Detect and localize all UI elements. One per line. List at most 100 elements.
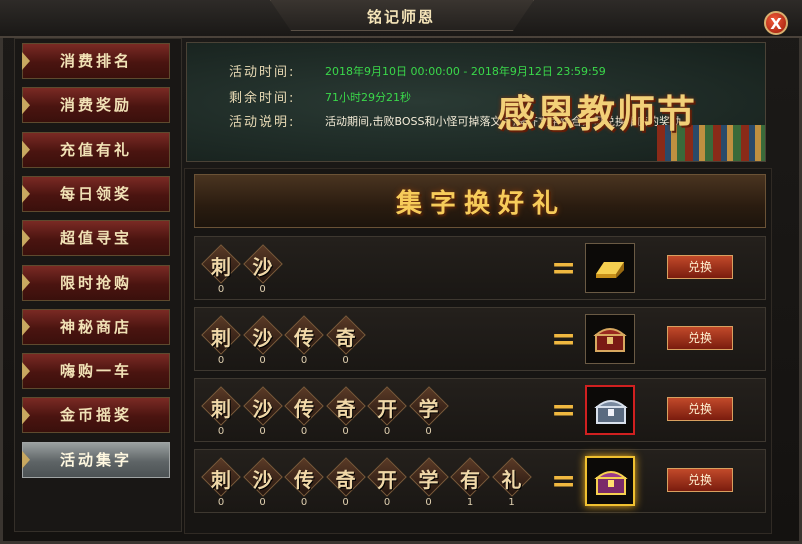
tab-notch-icon xyxy=(22,140,30,159)
tab-notch-icon xyxy=(22,317,30,336)
equals-icon: = xyxy=(551,322,577,357)
silver-chest-icon[interactable] xyxy=(585,385,635,435)
exchange-row: 刺 0 沙 0 = 兑换 xyxy=(194,236,766,300)
sidebar-item-8[interactable]: 金币摇奖 xyxy=(22,397,170,434)
tab-notch-icon xyxy=(22,96,30,115)
word-token: 学0 xyxy=(408,386,449,437)
word-char: 开 xyxy=(377,397,397,421)
sidebar-item-4[interactable]: 超值寻宝 xyxy=(22,220,170,257)
gold-bar-icon[interactable] xyxy=(585,243,635,293)
word-char: 奇 xyxy=(335,468,356,492)
word-char: 沙 xyxy=(252,397,273,421)
word-token: 刺0 xyxy=(201,315,241,366)
sidebar-item-label: 每日领奖 xyxy=(59,184,132,203)
close-icon[interactable]: X xyxy=(764,11,788,35)
word-token: 奇0 xyxy=(325,457,366,508)
word-count: 0 xyxy=(300,355,308,366)
equals-icon: = xyxy=(551,251,577,286)
sidebar-item-label: 活动集字 xyxy=(59,450,132,469)
sidebar-item-3[interactable]: 每日领奖 xyxy=(22,175,170,212)
word-count: 0 xyxy=(300,426,308,437)
remaining-time-value: 71小时29分21秒 xyxy=(325,91,411,104)
sidebar-item-0[interactable]: 消费排名 xyxy=(22,43,170,79)
word-token: 礼1 xyxy=(491,457,532,508)
word-token: 刺0 xyxy=(201,386,241,437)
word-count: 0 xyxy=(342,355,349,366)
word-char: 奇 xyxy=(335,397,356,421)
word-count: 1 xyxy=(466,497,474,508)
sidebar-item-label: 嗨购一车 xyxy=(59,362,132,381)
word-count: 0 xyxy=(259,497,266,508)
word-token: 奇0 xyxy=(325,315,366,366)
event-banner: 活动时间: 2018年9月10日 00:00:00 - 2018年9月12日 2… xyxy=(186,42,766,162)
word-count: 0 xyxy=(383,497,391,508)
word-char: 沙 xyxy=(252,326,273,350)
window-title: 铭记师恩 xyxy=(366,8,435,26)
section-header: 集字换好礼 xyxy=(194,174,766,228)
gold-chest-icon[interactable] xyxy=(585,456,635,506)
word-token: 传0 xyxy=(284,386,324,437)
tab-notch-icon xyxy=(22,52,30,70)
word-token: 学0 xyxy=(408,457,449,508)
exchange-button[interactable]: 兑换 xyxy=(667,326,733,350)
word-token: 刺0 xyxy=(201,244,241,295)
word-count: 0 xyxy=(217,497,225,508)
teachers-day-title: 感恩教师节 xyxy=(497,91,698,136)
word-char: 刺 xyxy=(211,468,231,492)
word-token: 沙0 xyxy=(242,244,283,295)
tab-notch-icon xyxy=(22,184,30,203)
word-char: 礼 xyxy=(501,468,522,492)
sidebar-item-label: 限时抢购 xyxy=(59,273,132,292)
event-time-value: 2018年9月10日 00:00:00 - 2018年9月12日 23:59:5… xyxy=(325,65,606,78)
tab-notch-icon xyxy=(22,450,30,469)
word-count: 0 xyxy=(342,426,349,437)
word-char: 传 xyxy=(294,468,314,492)
word-char: 有 xyxy=(460,468,480,492)
word-count: 1 xyxy=(508,497,515,508)
red-chest-icon[interactable] xyxy=(585,314,635,364)
word-char: 传 xyxy=(294,397,314,421)
word-count: 0 xyxy=(300,497,308,508)
word-token: 奇0 xyxy=(325,386,366,437)
sidebar-item-label: 金币摇奖 xyxy=(59,406,132,425)
exchange-button[interactable]: 兑换 xyxy=(667,255,733,279)
equals-icon: = xyxy=(551,393,577,428)
event-time-label: 活动时间: xyxy=(229,65,296,80)
sidebar-item-label: 神秘商店 xyxy=(59,317,132,336)
word-count: 0 xyxy=(259,355,266,366)
word-count: 0 xyxy=(259,426,266,437)
tab-notch-icon xyxy=(22,229,30,248)
sidebar-item-label: 消费奖励 xyxy=(59,96,132,115)
word-char: 开 xyxy=(377,468,397,492)
word-count: 0 xyxy=(217,355,225,366)
exchange-button[interactable]: 兑换 xyxy=(667,397,733,421)
word-count: 0 xyxy=(217,284,225,295)
tab-notch-icon xyxy=(22,362,30,381)
word-char: 刺 xyxy=(211,326,231,350)
sidebar-item-7[interactable]: 嗨购一车 xyxy=(22,353,170,390)
sidebar-item-1[interactable]: 消费奖励 xyxy=(22,87,170,124)
word-token: 沙0 xyxy=(242,457,283,508)
sidebar-item-6[interactable]: 神秘商店 xyxy=(22,308,170,345)
word-token: 传0 xyxy=(284,315,324,366)
word-count: 0 xyxy=(217,426,225,437)
sidebar-item-label: 充值有礼 xyxy=(59,140,132,159)
word-token: 传0 xyxy=(284,457,324,508)
sidebar-item-5[interactable]: 限时抢购 xyxy=(22,264,170,301)
word-token: 刺0 xyxy=(201,457,241,508)
sidebar-item-2[interactable]: 充值有礼 xyxy=(22,131,170,168)
remaining-time-label: 剩余时间: xyxy=(229,91,296,106)
event-desc-label: 活动说明: xyxy=(229,115,296,130)
exchange-button[interactable]: 兑换 xyxy=(667,468,733,492)
word-count: 0 xyxy=(383,426,391,437)
tab-notch-icon xyxy=(22,406,30,425)
word-char: 沙 xyxy=(252,468,273,492)
word-token: 有1 xyxy=(450,457,490,508)
sidebar-item-9[interactable]: 活动集字 xyxy=(22,441,170,478)
word-token: 开0 xyxy=(367,386,407,437)
tab-notch-icon xyxy=(22,273,30,292)
equals-icon: = xyxy=(551,464,577,499)
word-token: 沙0 xyxy=(242,315,283,366)
word-count: 0 xyxy=(425,497,432,508)
word-token: 开0 xyxy=(367,457,407,508)
